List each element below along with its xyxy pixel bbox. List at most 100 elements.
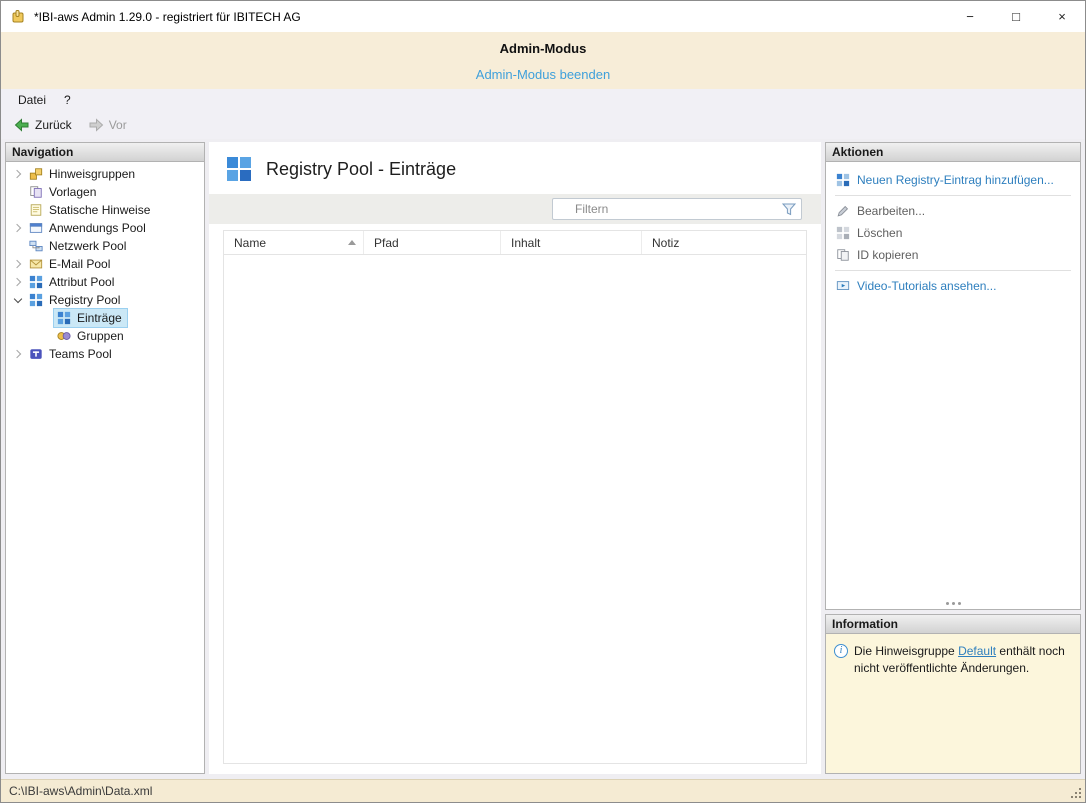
- filter-funnel-icon[interactable]: [782, 203, 796, 216]
- action-video-tutorials[interactable]: Video-Tutorials ansehen...: [826, 275, 1080, 297]
- titlebar: *IBI-aws Admin 1.29.0 - registriert für …: [1, 1, 1085, 32]
- app-icon: [10, 9, 26, 25]
- column-header-notiz[interactable]: Notiz: [642, 231, 806, 254]
- nav-item-label: Anwendungs Pool: [49, 221, 146, 235]
- groups-icon: [56, 328, 72, 344]
- chevron-down-icon[interactable]: [11, 293, 25, 307]
- nav-item-eintraege[interactable]: Einträge: [6, 309, 204, 327]
- app-window: *IBI-aws Admin 1.29.0 - registriert für …: [0, 0, 1086, 803]
- filter-band: [209, 194, 821, 224]
- filter-input[interactable]: [553, 202, 782, 216]
- nav-item-gruppen[interactable]: Gruppen: [6, 327, 204, 345]
- add-registry-icon: [835, 173, 850, 188]
- panel-splitter-grip[interactable]: [826, 597, 1080, 609]
- nav-item-label: Registry Pool: [49, 293, 120, 307]
- nav-item-statische-hinweise[interactable]: Statische Hinweise: [6, 201, 204, 219]
- column-header-label: Notiz: [652, 236, 679, 250]
- chevron-spacer: [11, 203, 25, 217]
- nav-item-netzwerk-pool[interactable]: Netzwerk Pool: [6, 237, 204, 255]
- back-button-label: Zurück: [35, 118, 72, 132]
- action-delete[interactable]: Löschen: [826, 222, 1080, 244]
- forward-button[interactable]: Vor: [81, 114, 134, 136]
- network-pool-icon: [28, 238, 44, 254]
- chevron-spacer: [39, 311, 53, 325]
- nav-item-attribut-pool[interactable]: Attribut Pool: [6, 273, 204, 291]
- actions-panel-header: Aktionen: [826, 143, 1080, 162]
- attribute-pool-icon: [28, 274, 44, 290]
- nav-item-label: Hinweisgruppen: [49, 167, 135, 181]
- video-tutorials-icon: [835, 279, 850, 294]
- sort-ascending-icon: [348, 240, 356, 245]
- back-arrow-icon: [14, 117, 30, 133]
- delete-icon: [835, 226, 850, 241]
- page-title: Registry Pool - Einträge: [266, 159, 456, 180]
- column-header-inhalt[interactable]: Inhalt: [501, 231, 642, 254]
- information-message: Die Hinweisgruppe Default enthält noch n…: [854, 643, 1072, 677]
- nav-item-teams-pool[interactable]: Teams Pool: [6, 345, 204, 363]
- edit-icon: [835, 204, 850, 219]
- admin-mode-exit-link[interactable]: Admin-Modus beenden: [476, 67, 610, 82]
- actions-separator: [835, 270, 1071, 271]
- right-column: Aktionen Neuen Registry-Eintrag hinzufüg…: [825, 142, 1081, 774]
- nav-item-vorlagen[interactable]: Vorlagen: [6, 183, 204, 201]
- action-edit[interactable]: Bearbeiten...: [826, 200, 1080, 222]
- action-copy-id[interactable]: ID kopieren: [826, 244, 1080, 266]
- column-header-pfad[interactable]: Pfad: [364, 231, 501, 254]
- nav-item-label: Attribut Pool: [49, 275, 114, 289]
- nav-item-anwendungs-pool[interactable]: Anwendungs Pool: [6, 219, 204, 237]
- table-header-row: Name Pfad Inhalt Notiz: [224, 231, 806, 255]
- minimize-button[interactable]: −: [947, 1, 993, 32]
- navigation-panel: Navigation Hinweisgruppen: [5, 142, 205, 774]
- default-group-link[interactable]: Default: [958, 644, 996, 658]
- window-controls: − □ ×: [947, 1, 1085, 32]
- workspace: Navigation Hinweisgruppen: [1, 139, 1085, 779]
- action-label: Löschen: [857, 226, 902, 240]
- column-header-name[interactable]: Name: [224, 231, 364, 254]
- chevron-right-icon[interactable]: [11, 221, 25, 235]
- information-prefix: Die Hinweisgruppe: [854, 644, 958, 658]
- action-add-registry-entry[interactable]: Neuen Registry-Eintrag hinzufügen...: [826, 169, 1080, 191]
- chevron-spacer: [11, 239, 25, 253]
- forward-button-label: Vor: [109, 118, 127, 132]
- actions-list: Neuen Registry-Eintrag hinzufügen... Bea…: [826, 162, 1080, 597]
- actions-panel: Aktionen Neuen Registry-Eintrag hinzufüg…: [825, 142, 1081, 610]
- navigation-tree: Hinweisgruppen Vorlagen: [6, 162, 204, 773]
- resize-grip[interactable]: [1069, 786, 1083, 800]
- nav-item-email-pool[interactable]: E-Mail Pool: [6, 255, 204, 273]
- statusbar: C:\IBI-aws\Admin\Data.xml: [1, 779, 1085, 802]
- teams-pool-icon: [28, 346, 44, 362]
- chevron-right-icon[interactable]: [11, 347, 25, 361]
- information-panel-header: Information: [826, 615, 1080, 634]
- static-hints-icon: [28, 202, 44, 218]
- nav-item-label: Gruppen: [77, 329, 124, 343]
- back-button[interactable]: Zurück: [7, 114, 79, 136]
- table-body-empty: [224, 255, 806, 763]
- application-pool-icon: [28, 220, 44, 236]
- info-icon: i: [834, 644, 848, 658]
- forward-arrow-icon: [88, 117, 104, 133]
- menu-help[interactable]: ?: [55, 91, 80, 109]
- information-panel: Information i Die Hinweisgruppe Default …: [825, 614, 1081, 774]
- nav-item-label: Vorlagen: [49, 185, 96, 199]
- chevron-spacer: [39, 329, 53, 343]
- nav-item-label: Einträge: [77, 311, 122, 325]
- admin-mode-title: Admin-Modus: [1, 41, 1085, 56]
- admin-mode-banner: Admin-Modus Admin-Modus beenden: [1, 32, 1085, 89]
- chevron-right-icon[interactable]: [11, 275, 25, 289]
- statusbar-file-path: C:\IBI-aws\Admin\Data.xml: [9, 784, 152, 798]
- chevron-right-icon[interactable]: [11, 167, 25, 181]
- registry-entries-icon: [225, 155, 253, 183]
- nav-item-hinweisgruppen[interactable]: Hinweisgruppen: [6, 165, 204, 183]
- menu-datei[interactable]: Datei: [9, 91, 55, 109]
- action-label: Video-Tutorials ansehen...: [857, 279, 996, 293]
- close-button[interactable]: ×: [1039, 1, 1085, 32]
- chevron-right-icon[interactable]: [11, 257, 25, 271]
- maximize-button[interactable]: □: [993, 1, 1039, 32]
- toolbar: Zurück Vor: [1, 111, 1085, 139]
- column-header-label: Name: [234, 236, 266, 250]
- nav-item-label: Teams Pool: [49, 347, 112, 361]
- nav-item-label: Statische Hinweise: [49, 203, 150, 217]
- filter-box: [552, 198, 802, 220]
- nav-item-registry-pool[interactable]: Registry Pool: [6, 291, 204, 309]
- templates-icon: [28, 184, 44, 200]
